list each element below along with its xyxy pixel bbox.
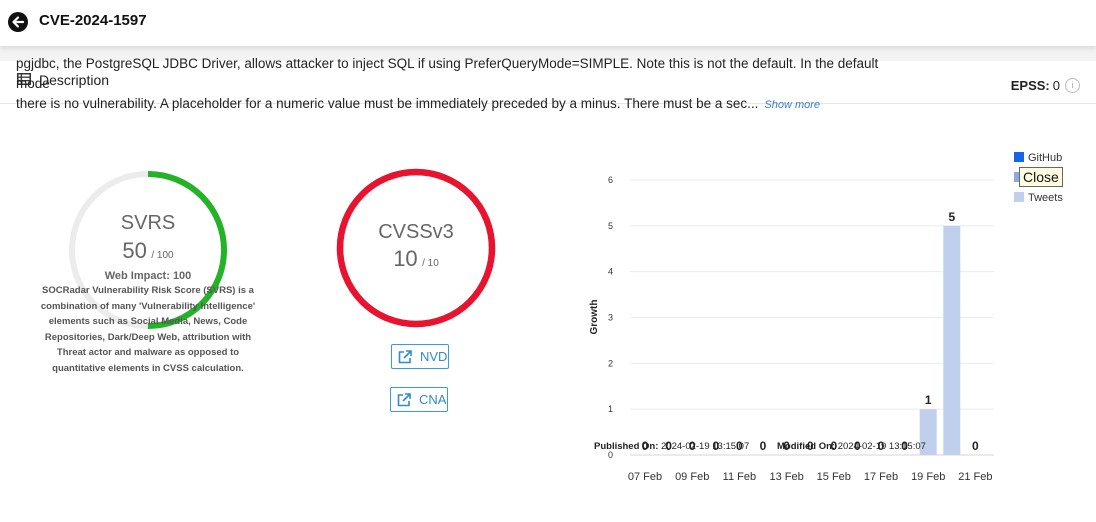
cvss-label: CVSSv3	[378, 221, 454, 243]
data-label: 0	[760, 439, 767, 453]
description-line: pgjdbc, the PostgreSQL JDBC Driver, allo…	[16, 56, 879, 91]
growth-chart: 0123456 0 0 0 0 0 0 0 0 0 0 0 015007 Feb 09 Feb 11 Fe…	[589, 175, 994, 483]
x-tick-label: 07 Feb	[628, 471, 662, 483]
page-title: CVE-2024-1597	[39, 12, 147, 29]
modified-label: Modified On:	[777, 441, 836, 452]
web-impact: Web Impact: 100	[104, 270, 192, 282]
x-tick-label: 13 Feb	[769, 471, 803, 483]
close-tooltip[interactable]: Close	[1019, 167, 1063, 187]
svrs-score: 50 / 100	[68, 238, 228, 264]
y-tick-label: 1	[608, 404, 613, 414]
cvss-score: 10 / 10	[336, 246, 496, 272]
published-on: Published On: 2024-02-19 13:15:07	[594, 441, 749, 452]
legend-item-github[interactable]: GitHub	[1014, 152, 1062, 164]
description-text: pgjdbc, the PostgreSQL JDBC Driver, allo…	[16, 54, 906, 115]
back-arrow-icon[interactable]	[8, 12, 28, 32]
data-label: 1	[925, 393, 932, 407]
bar-tweets[interactable]	[943, 225, 961, 455]
x-tick-label: 21 Feb	[958, 471, 992, 483]
y-tick-label: 2	[608, 358, 613, 368]
x-tick-label: 17 Feb	[864, 471, 898, 483]
legend-label: GitHub	[1028, 152, 1063, 164]
cvss-gauge: CVSSv3 10 / 10	[336, 168, 496, 328]
y-tick-label: 5	[608, 221, 613, 231]
svrs-score-value: 50	[122, 238, 147, 263]
cna-label: CNA	[419, 392, 447, 407]
published-value: 2024-02-19 13:15:07	[661, 441, 750, 452]
y-axis-label: Growth	[589, 300, 600, 335]
svrs-score-max: / 100	[151, 250, 174, 261]
data-label: 0	[972, 439, 979, 453]
y-tick-label: 3	[608, 313, 613, 323]
epss-value: 0	[1052, 78, 1060, 93]
y-tick-label: 6	[608, 175, 613, 185]
x-tick-label: 09 Feb	[675, 471, 709, 483]
cvss-score-value: 10	[393, 246, 418, 271]
description-line: there is no vulnerability. A placeholder…	[16, 96, 759, 111]
svrs-description: SOCRadar Vulnerability Risk Score (SVRS)…	[40, 285, 256, 374]
x-tick-label: 15 Feb	[817, 471, 851, 483]
epss-score: EPSS: 0 i	[1011, 78, 1080, 93]
external-link-icon	[398, 349, 412, 363]
cna-button[interactable]: CNA	[390, 387, 448, 412]
y-tick-label: 4	[608, 267, 613, 277]
published-label: Published On:	[594, 441, 659, 452]
nvd-button[interactable]: NVD	[391, 344, 449, 369]
legend-label: Tweets	[1028, 192, 1063, 204]
x-tick-label: 19 Feb	[911, 471, 945, 483]
modified-on: Modified On: 2024-02-19 13:15:07	[777, 441, 926, 452]
svrs-label: SVRS	[120, 212, 176, 234]
legend-swatch	[1014, 152, 1024, 162]
epss-label: EPSS:	[1010, 78, 1050, 93]
cvss-score-max: / 10	[422, 258, 439, 269]
info-icon[interactable]: i	[1065, 78, 1080, 93]
data-label: 5	[948, 210, 955, 224]
x-tick-label: 11 Feb	[723, 471, 756, 483]
legend-swatch	[1014, 192, 1024, 202]
legend-item-tweets[interactable]: Tweets	[1014, 192, 1063, 204]
nvd-label: NVD	[420, 349, 448, 364]
external-link-icon	[397, 392, 411, 406]
top-bar: CVE-2024-1597	[0, 0, 1096, 46]
modified-value: 2024-02-19 13:15:07	[837, 441, 926, 452]
